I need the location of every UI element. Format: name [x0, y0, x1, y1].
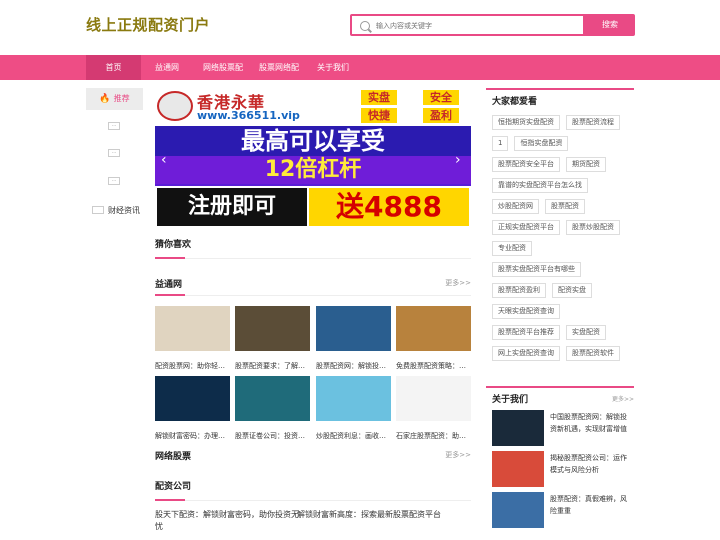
thumb-caption[interactable]: 股票证卷公司：投资… — [235, 431, 310, 441]
sidebar-item-2[interactable]: ··· — [108, 149, 120, 157]
hot-tag[interactable]: 恒指实盘配资 — [514, 136, 569, 151]
nav-item-about[interactable]: 关于我们 — [310, 55, 356, 80]
section-divider — [155, 294, 471, 296]
thumb-caption[interactable]: 配资股票网：助你轻松… — [155, 361, 230, 371]
banner-gift-text: 送4888 — [309, 188, 469, 226]
chevron-left-icon[interactable]: ‹ — [161, 153, 171, 167]
hot-tag[interactable]: 正规实盘配资平台 — [492, 220, 560, 235]
hot-tag[interactable]: 股票配资软件 — [566, 346, 620, 361]
nav-item-yitong[interactable]: 益通网 — [144, 55, 190, 80]
hot-tag[interactable]: 天眼实盘配资查询 — [492, 304, 560, 319]
section-divider — [155, 499, 471, 501]
thumb-caption[interactable]: 石家庄股票配资：助… — [396, 431, 471, 441]
about-image[interactable] — [492, 492, 544, 528]
thumb-image[interactable] — [396, 306, 471, 351]
hot-tag[interactable]: 股票炒股配资 — [566, 220, 620, 235]
about-more[interactable]: 更多>> — [612, 394, 634, 403]
about-item-text[interactable]: 股票配资：真假难辨，风险重重 — [550, 493, 632, 517]
thumb-image[interactable] — [396, 376, 471, 421]
hot-tag[interactable]: 炒股配资网 — [492, 199, 539, 214]
thumb-image[interactable] — [155, 306, 230, 351]
hot-tag[interactable]: 股票实盘配资平台有哪些 — [492, 262, 581, 277]
thumb-caption[interactable]: 免费股票配资策略：… — [396, 361, 471, 371]
hot-tag[interactable]: 网上实盘配资查询 — [492, 346, 560, 361]
thumb-image[interactable] — [155, 376, 230, 421]
hot-tag[interactable]: 1 — [492, 136, 509, 151]
search-icon — [360, 21, 370, 31]
thumb-caption[interactable]: 炒股配资利息：画收… — [316, 431, 391, 441]
banner-tag: 实盘 — [361, 90, 397, 105]
search-box[interactable] — [350, 14, 585, 36]
banner-logo-icon — [157, 91, 193, 121]
search-input[interactable] — [376, 19, 576, 33]
section-yitong-more[interactable]: 更多>> — [445, 278, 471, 288]
banner-tag: 快捷 — [361, 108, 397, 123]
about-image[interactable] — [492, 410, 544, 446]
nav-item-home[interactable]: 首页 — [86, 55, 141, 80]
nav-item-network-stock[interactable]: 网络股票配 — [197, 55, 249, 80]
thumb-caption[interactable]: 解锁财富密码：办理… — [155, 431, 230, 441]
hot-tag[interactable]: 股票配资平台推荐 — [492, 325, 560, 340]
header: 线上正规配资门户 搜索 — [0, 0, 720, 54]
hot-tag[interactable]: 股票配资盈利 — [492, 283, 546, 298]
section-yitong-title[interactable]: 益通网 — [155, 277, 182, 290]
sidebar-item-3[interactable]: ··· — [108, 177, 120, 185]
sidebar-item-finance[interactable]: 财经资讯 — [108, 205, 140, 216]
hot-tag[interactable]: 恒指期货实盘配资 — [492, 115, 560, 130]
hot-box: 大家都爱看 恒指期货实盘配资 股票配资流程 1 恒指实盘配资股票配资安全平台 期货配资靠… — [486, 88, 634, 368]
banner-headline: 最高可以享受 — [155, 126, 471, 156]
section-network-title[interactable]: 网络股票 — [155, 449, 191, 462]
hot-tag[interactable]: 配资实盘 — [552, 283, 592, 298]
banner-url: www.366511.vip — [197, 109, 300, 122]
banner-leverage: 12倍杠杆 — [155, 156, 471, 184]
hot-tag[interactable]: 股票配资 — [545, 199, 585, 214]
about-item-text[interactable]: 揭秘股票配资公司：运作模式与风险分析 — [550, 452, 632, 476]
about-title: 关于我们 — [492, 395, 529, 405]
thumb-image[interactable] — [235, 306, 310, 351]
promo-banner[interactable]: 香港永華 www.366511.vip 实盘 安全 快捷 盈利 最高可以享受 1… — [155, 88, 471, 228]
guess-title: 猜你喜欢 — [155, 240, 192, 250]
thumb-caption[interactable]: 股票配资要求：了解… — [235, 361, 310, 371]
about-item-text[interactable]: 中国股票配资网：解锁投资新机遇，实现财富增值 — [550, 411, 632, 435]
hot-tag[interactable]: 期货配资 — [566, 157, 606, 172]
section-network-more[interactable]: 更多>> — [445, 450, 471, 460]
sidebar-item-1[interactable]: ··· — [108, 122, 120, 130]
nav-item-stock-network[interactable]: 股票网络配 — [253, 55, 305, 80]
search-button[interactable]: 搜索 — [585, 14, 635, 36]
banner-offer: 注册即可 送4888 — [155, 186, 471, 228]
hot-tag[interactable]: 靠谱的实盘配资平台怎么找 — [492, 178, 588, 193]
news-item[interactable]: 股天下配资：解锁财富密码，助你投资无忧 — [155, 509, 300, 533]
banner-tag: 安全 — [423, 90, 459, 105]
site-logo[interactable]: 线上正规配资门户 — [86, 14, 210, 35]
thumb-image[interactable] — [235, 376, 310, 421]
news-item[interactable]: 解锁财富新高度：探索最新股票配资平台 — [297, 509, 442, 521]
hot-tag[interactable]: 股票配资流程 — [566, 115, 620, 130]
section-divider — [155, 257, 471, 259]
hot-tag[interactable]: 实盘配资 — [566, 325, 606, 340]
chevron-right-icon[interactable]: › — [455, 153, 465, 167]
main-nav: 首页 益通网 网络股票配 股票网络配 关于我们 — [0, 55, 720, 80]
about-image[interactable] — [492, 451, 544, 487]
sidebar-item-label: 推荐 — [113, 94, 130, 103]
section-company-title[interactable]: 配资公司 — [155, 479, 191, 492]
banner-tag: 盈利 — [423, 108, 459, 123]
hot-tag[interactable]: 专业配资 — [492, 241, 532, 256]
banner-register-text: 注册即可 — [157, 188, 307, 226]
thumb-caption[interactable]: 股票配资网：解锁投… — [316, 361, 391, 371]
about-box: 关于我们 更多>> 中国股票配资网：解锁投资新机遇，实现财富增值 揭秘股票配资公司… — [486, 386, 634, 540]
fire-icon: 🔥 — [99, 94, 111, 104]
hot-tag[interactable]: 股票配资安全平台 — [492, 157, 560, 172]
thumb-image[interactable] — [316, 376, 391, 421]
sidebar-item-recommend[interactable]: 🔥 推荐 — [86, 88, 143, 110]
banner-header: 香港永華 www.366511.vip 实盘 安全 快捷 盈利 — [155, 88, 471, 126]
hot-title: 大家都爱看 — [492, 97, 538, 107]
sidebar-item-4-marker — [92, 206, 104, 214]
thumb-image[interactable] — [316, 306, 391, 351]
